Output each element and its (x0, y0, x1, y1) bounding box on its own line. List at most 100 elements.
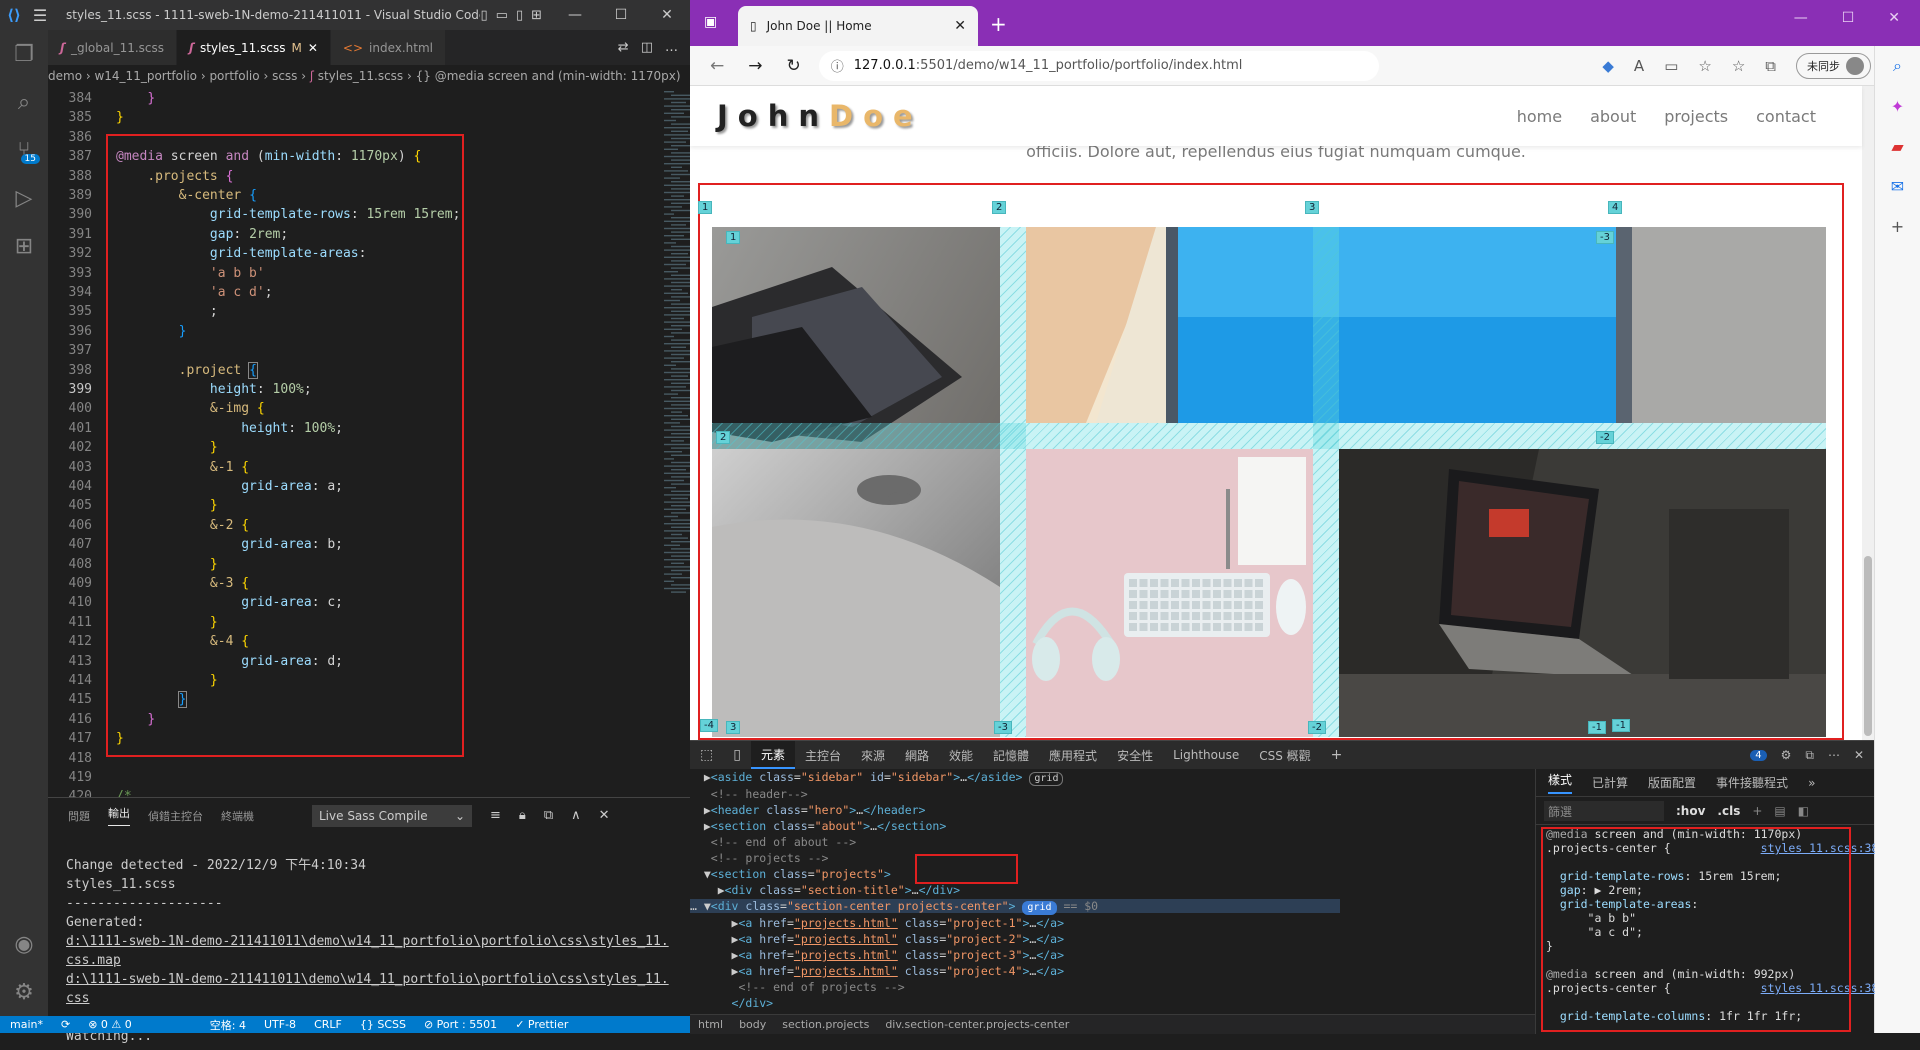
dom-node[interactable]: <!-- end of about --> (690, 834, 1535, 850)
inspect-icon[interactable]: ⬚ (690, 747, 723, 763)
dom-node[interactable]: ▶<a href="projects.html" class="project-… (690, 963, 1535, 979)
dock-icon[interactable]: ⧉ (1805, 748, 1814, 763)
nav-about[interactable]: about (1590, 107, 1636, 126)
prettier-status[interactable]: ✓ Prettier (515, 1018, 568, 1031)
problems-count[interactable]: ⊗ 0 ⚠ 0 (88, 1018, 132, 1031)
device-toolbar-icon[interactable]: ▯ (723, 747, 751, 763)
output-path-link[interactable]: d:\1111-sweb-1N-demo-211411011\demo\w14_… (66, 972, 669, 987)
cls-toggle[interactable]: .cls (1717, 804, 1740, 818)
dom-node[interactable]: <!-- header--> (690, 786, 1535, 802)
more-tabs-icon[interactable]: » (1808, 776, 1815, 790)
read-aloud-icon[interactable]: A (1634, 57, 1644, 75)
output-path-link[interactable]: d:\1111-sweb-1N-demo-211411011\demo\w14_… (66, 934, 669, 949)
minimize-icon[interactable]: — (1794, 10, 1808, 26)
more-actions-icon[interactable]: … (665, 40, 678, 55)
lock-icon[interactable]: 🔒︎ (519, 808, 526, 823)
browser-tab[interactable]: ▯ John Doe || Home ✕ (738, 6, 978, 46)
breadcrumb-item[interactable]: scss (272, 69, 297, 83)
office-icon[interactable]: ▰ (1875, 126, 1920, 166)
customize-layout-icon[interactable]: ⊞ (531, 8, 542, 23)
dom-node[interactable]: ▶<a href="projects.html" class="project-… (690, 915, 1535, 931)
favorites-icon[interactable]: ☆ (1732, 57, 1745, 75)
run-debug-icon[interactable]: ▷ (0, 174, 48, 222)
source-control-icon[interactable]: ⑂ 15 (0, 126, 48, 174)
tab-styles-scss[interactable]: ʃ styles_11.scss M ✕ (177, 30, 331, 65)
dom-crumb[interactable]: section.projects (782, 1018, 869, 1031)
encoding[interactable]: UTF-8 (264, 1018, 296, 1031)
devtools-tab-network[interactable]: 網路 (895, 741, 939, 769)
maximize-icon[interactable]: ☐ (1842, 10, 1855, 26)
output-path-link[interactable]: css (66, 991, 89, 1006)
minimize-icon[interactable]: — (552, 7, 598, 23)
close-icon[interactable]: ✕ (644, 7, 690, 23)
dom-node[interactable]: <!-- end of projects --> (690, 979, 1535, 995)
dom-crumb[interactable]: html (698, 1018, 723, 1031)
devtools-tab-console[interactable]: 主控台 (795, 741, 851, 769)
dom-crumb[interactable]: body (739, 1018, 766, 1031)
maximize-panel-icon[interactable]: ∧ (571, 808, 581, 823)
breadcrumb-item[interactable]: portfolio (209, 69, 259, 83)
url-input[interactable]: ⓘ 127.0.0.1:5501/demo/w14_11_portfolio/p… (818, 50, 1379, 81)
line-ending[interactable]: CRLF (314, 1018, 342, 1031)
settings-gear-icon[interactable]: ⚙ (1781, 748, 1792, 762)
styles-tab-layout[interactable]: 版面配置 (1648, 774, 1696, 791)
more-icon[interactable]: ⋯ (1828, 748, 1840, 762)
add-tab-icon[interactable]: + (1321, 747, 1353, 763)
close-tab-icon[interactable]: ✕ (954, 18, 966, 34)
copilot-icon[interactable]: ✦ (1875, 86, 1920, 126)
tag-icon[interactable]: ◆ (1602, 57, 1614, 75)
live-server-port[interactable]: ⊘ Port : 5501 (424, 1018, 497, 1031)
page-scrollbar[interactable] (1862, 86, 1874, 740)
forward-icon[interactable]: → (748, 56, 762, 76)
settings-gear-icon[interactable]: ⚙ (0, 968, 48, 1016)
dom-node[interactable]: ▶<a href="projects.html" class="project-… (690, 931, 1535, 947)
toggle-primary-sidebar-icon[interactable]: ▯ (480, 8, 487, 23)
collections-icon[interactable]: ⧉ (1765, 57, 1776, 75)
dom-tree[interactable]: ▶<aside class="sidebar" id="sidebar">…</… (690, 769, 1535, 1014)
dom-node[interactable]: ▶<section class="about">…</section> (690, 818, 1535, 834)
git-branch[interactable]: main* (10, 1018, 43, 1031)
menu-icon[interactable]: ☰ (28, 6, 52, 25)
back-icon[interactable]: ← (710, 56, 724, 76)
panel-tab-debug-console[interactable]: 偵錯主控台 (148, 808, 203, 824)
nav-home[interactable]: home (1517, 107, 1562, 126)
refresh-icon[interactable]: ↻ (787, 56, 801, 76)
tab-index-html[interactable]: <> index.html (330, 30, 446, 65)
project-1-image[interactable] (712, 227, 1000, 737)
maximize-icon[interactable]: ☐ (598, 7, 644, 23)
app-available-icon[interactable]: ▭ (1664, 57, 1678, 75)
tab-global-scss[interactable]: ʃ _global_11.scss (48, 30, 178, 65)
nav-contact[interactable]: contact (1756, 107, 1816, 126)
sync-profile-button[interactable]: 未同步 (1796, 52, 1871, 79)
clear-output-icon[interactable]: ≡ (490, 808, 501, 823)
new-rule-icon[interactable]: + (1752, 804, 1762, 818)
sync-icon[interactable]: ⟳ (61, 1018, 70, 1031)
devtools-tab-performance[interactable]: 效能 (939, 741, 983, 769)
project-3-image[interactable] (1026, 449, 1313, 737)
breadcrumb-item[interactable]: styles_11.scss (318, 69, 403, 83)
panel-tab-output[interactable]: 輸出 (108, 805, 130, 826)
dom-crumb[interactable]: div.section-center.projects-center (885, 1018, 1069, 1031)
nav-projects[interactable]: projects (1664, 107, 1728, 126)
dom-node[interactable]: ▶<header class="hero">…</header> (690, 802, 1535, 818)
toggle-secondary-sidebar-icon[interactable]: ▯ (516, 8, 523, 23)
panel-tab-problems[interactable]: 問題 (68, 808, 90, 824)
dom-node[interactable]: ▶<aside class="sidebar" id="sidebar">…</… (690, 769, 1535, 786)
sidebar-toggle-icon[interactable]: ◧ (1798, 804, 1809, 818)
split-editor-icon[interactable]: ◫ (641, 40, 653, 55)
dom-node[interactable]: ▶<a href="projects.html" class="project-… (690, 947, 1535, 963)
devtools-tab-sources[interactable]: 來源 (851, 741, 895, 769)
account-icon[interactable]: ◉ (0, 920, 48, 968)
add-sidebar-app-icon[interactable]: + (1875, 206, 1920, 246)
devtools-tab-memory[interactable]: 記憶體 (983, 741, 1039, 769)
open-changes-icon[interactable]: ⇄ (618, 40, 629, 55)
search-icon[interactable]: ⌕ (1875, 46, 1920, 86)
issues-badge[interactable]: 4 (1750, 749, 1767, 761)
dom-node[interactable]: ▶<div class="section-title">…</div> (690, 882, 1535, 898)
new-tab-icon[interactable]: + (990, 12, 1007, 36)
styles-tab-event-listeners[interactable]: 事件接聽程式 (1716, 774, 1788, 791)
outlook-icon[interactable]: ✉ (1875, 166, 1920, 206)
scrollbar-thumb[interactable] (1864, 556, 1872, 736)
close-icon[interactable]: ✕ (1854, 748, 1864, 762)
toggle-panel-icon[interactable]: ▭ (496, 8, 508, 23)
